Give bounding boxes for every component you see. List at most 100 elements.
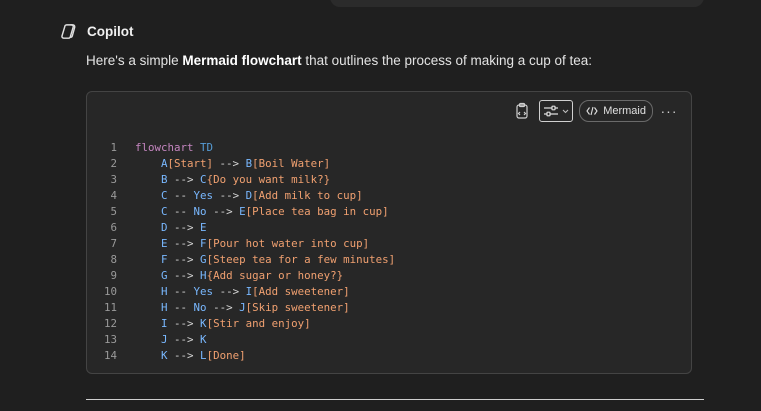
line-number: 13: [103, 333, 117, 346]
code-token: --: [167, 301, 194, 314]
code-token: -->: [167, 333, 201, 346]
code-text: I --> K[Stir and enjoy]: [135, 316, 311, 332]
copy-icon: [516, 102, 528, 119]
code-token: {Do you want milk?}: [206, 173, 331, 186]
line-number: 11: [103, 301, 117, 314]
code-token: {Add sugar or honey?}: [206, 269, 344, 282]
code-token: -->: [213, 189, 246, 202]
code-token: [Done]: [206, 349, 246, 362]
code-text: K --> L[Done]: [135, 348, 246, 364]
code-token: [Steep tea for a few minutes]: [206, 253, 396, 266]
code-token: --: [167, 205, 194, 218]
code-token: -->: [167, 349, 201, 362]
language-badge[interactable]: Mermaid: [579, 100, 653, 122]
line-number: 2: [110, 157, 117, 170]
code-brackets-icon: [586, 106, 598, 116]
code-line: 14 K --> L[Done]: [87, 348, 691, 364]
code-line: 12 I --> K[Stir and enjoy]: [87, 316, 691, 332]
code-token: -->: [167, 221, 201, 234]
code-text: D --> E: [135, 220, 207, 236]
code-text: C -- No --> E[Place tea bag in cup]: [135, 204, 389, 220]
code-token: -->: [213, 157, 246, 170]
divider: [86, 399, 704, 400]
code-text: A[Start] --> B[Boil Water]: [135, 156, 330, 172]
code-text: G --> H{Add sugar or honey?}: [135, 268, 343, 284]
more-options-button[interactable]: ···: [659, 101, 679, 121]
code-token: [Boil Water]: [252, 157, 331, 170]
code-token: -->: [167, 173, 201, 186]
code-text: C -- Yes --> D[Add milk to cup]: [135, 188, 363, 204]
code-text: H -- Yes --> I[Add sweetener]: [135, 284, 350, 300]
code-block: Mermaid ··· 1 flowchart TD 2 A[Start] --> …: [86, 91, 692, 374]
code-line: 8 F --> G[Steep tea for a few minutes]: [87, 252, 691, 268]
code-text: H -- No --> J[Skip sweetener]: [135, 300, 350, 316]
code-token: -->: [206, 205, 240, 218]
line-number: 7: [110, 237, 117, 250]
code-content: 1 flowchart TD 2 A[Start] --> B[Boil Water…: [87, 140, 691, 364]
line-number: 5: [110, 205, 117, 218]
copilot-logo-icon: [60, 22, 79, 41]
code-token: -->: [167, 237, 201, 250]
code-token: -->: [167, 317, 201, 330]
intro-before: Here's a simple: [86, 53, 183, 68]
code-token: flowchart: [135, 141, 194, 154]
line-number: 14: [103, 349, 117, 362]
code-line: 10 H -- Yes --> I[Add sweetener]: [87, 284, 691, 300]
line-number: 6: [110, 221, 117, 234]
code-token: Yes: [193, 285, 214, 298]
code-token: TD: [200, 141, 214, 154]
sliders-icon: [544, 105, 559, 117]
code-line: 7 E --> F[Pour hot water into cup]: [87, 236, 691, 252]
code-token: [Pour hot water into cup]: [206, 237, 370, 250]
copy-code-button[interactable]: [511, 100, 533, 122]
code-token: No: [193, 301, 207, 314]
intro-after: that outlines the process of making a cu…: [301, 53, 593, 68]
code-token: [Add sweetener]: [252, 285, 350, 298]
code-text: E --> F[Pour hot water into cup]: [135, 236, 369, 252]
line-number: 9: [110, 269, 117, 282]
code-token: [Stir and enjoy]: [206, 317, 311, 330]
intro-text: Here's a simple Mermaid flowchart that o…: [86, 53, 592, 68]
code-text: J --> K: [135, 332, 207, 348]
intro-bold: Mermaid flowchart: [182, 53, 302, 68]
code-token: [Skip sweetener]: [245, 301, 350, 314]
code-token: --: [167, 189, 194, 202]
view-options-button[interactable]: [539, 100, 574, 122]
code-line: 5 C -- No --> E[Place tea bag in cup]: [87, 204, 691, 220]
code-token: -->: [167, 253, 201, 266]
language-label: Mermaid: [603, 105, 646, 117]
code-token: K: [200, 333, 207, 346]
code-text: F --> G[Steep tea for a few minutes]: [135, 252, 395, 268]
code-token: E: [200, 221, 207, 234]
line-number: 8: [110, 253, 117, 266]
code-token: No: [193, 205, 207, 218]
code-token: -->: [213, 285, 246, 298]
line-number: 1: [110, 141, 117, 154]
code-line: 11 H -- No --> J[Skip sweetener]: [87, 300, 691, 316]
code-line: 6 D --> E: [87, 220, 691, 236]
code-token: Yes: [193, 189, 214, 202]
assistant-name: Copilot: [87, 24, 134, 39]
chevron-down-icon: [562, 109, 569, 113]
previous-message-bubble: [330, 0, 704, 7]
code-text: B --> C{Do you want milk?}: [135, 172, 330, 188]
code-text: flowchart TD: [135, 140, 213, 156]
code-line: 2 A[Start] --> B[Boil Water]: [87, 156, 691, 172]
code-token: [Add milk to cup]: [252, 189, 363, 202]
assistant-header: Copilot: [60, 22, 134, 41]
line-number: 12: [103, 317, 117, 330]
code-token: -->: [206, 301, 240, 314]
code-token: -->: [167, 269, 201, 282]
